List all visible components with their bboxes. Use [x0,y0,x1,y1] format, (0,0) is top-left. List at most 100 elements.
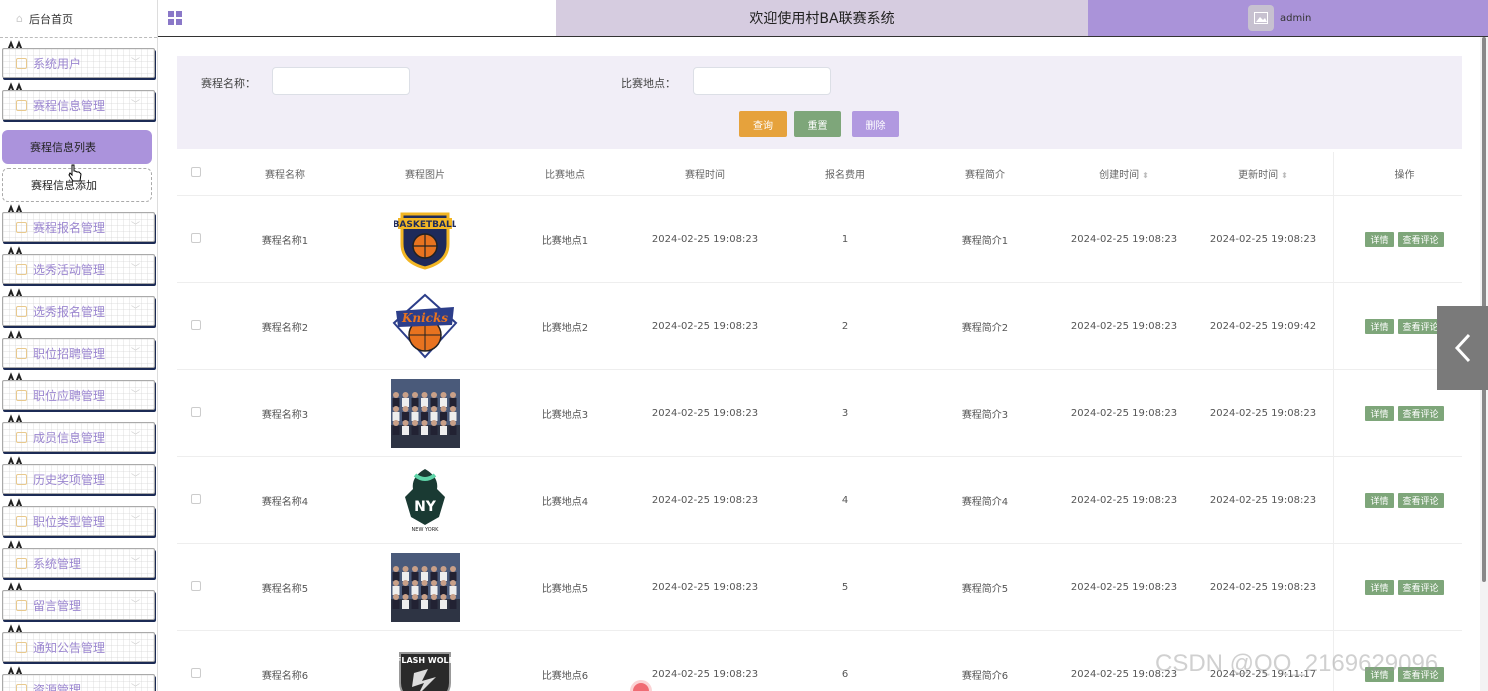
menu-icon [16,57,27,69]
collapse-side-tab[interactable] [1437,306,1488,390]
sidebar-item-tab[interactable]: 资源管理 ﹀ [2,674,155,691]
menu-icon [16,599,27,611]
header-intro: 赛程简介 [965,170,1005,181]
sidebar-item-tab[interactable]: 留言管理 ﹀ [2,590,155,620]
avatar[interactable] [1248,5,1274,31]
cell-actions: 详情 查看评论 [1333,544,1475,630]
sidebar-item-tab[interactable]: 选秀报名管理 ﹀ [2,296,155,326]
sidebar-item[interactable]: 系统用户 ﹀ [0,38,157,80]
search-panel: 赛程名称： 比赛地点： 查询 重置 删除 [177,56,1462,149]
header-fee: 报名费用 [825,170,865,181]
table-row: 赛程名称2 Knicks 比赛地点2 2024-02-25 19:08:23 2 赛程简介… [177,283,1462,370]
sidebar-item-tab[interactable]: 职位应聘管理 ﹀ [2,380,155,410]
chevron-down-icon: ﹀ [130,264,140,274]
hand-cursor-icon [68,164,82,182]
sidebar-item[interactable]: 历史奖项管理 ﹀ [0,454,157,496]
menu-icon [16,221,27,233]
page-title: 欢迎使用村BA联赛系统 [556,0,1088,36]
cell-intro: 赛程简介4 [961,496,1009,508]
row-checkbox[interactable] [177,667,215,681]
menu-icon [16,263,27,275]
cell-updated: 2024-02-25 19:08:23 [1209,407,1317,419]
sidebar-item-tab[interactable]: 赛程信息管理 ﹀ [2,90,155,120]
sidebar-item-label: 系统用户 [33,56,82,71]
chevron-down-icon: ﹀ [130,100,140,110]
menu-icon [16,347,27,359]
sidebar-item[interactable]: 选秀活动管理 ﹀ [0,244,157,286]
sidebar-item[interactable]: 成员信息管理 ﹀ [0,412,157,454]
select-all-checkbox[interactable] [177,167,215,180]
grid-menu-icon[interactable] [168,10,183,26]
table-row: 赛程名称1 BASKETBALL 比赛地点1 2024-02-25 19:08:23 1… [177,196,1462,283]
cell-image: NY NEW YORK [355,466,495,535]
sidebar-item-tab[interactable]: 通知公告管理 ﹀ [2,632,155,662]
sidebar-item-tab[interactable]: 系统管理 ﹀ [2,548,155,578]
sidebar-item-tab[interactable]: 赛程报名管理 ﹀ [2,212,155,242]
query-button[interactable]: 查询 [739,111,787,137]
detail-button[interactable]: 详情 [1365,492,1394,508]
svg-text:FLASH WOLF: FLASH WOLF [396,656,454,665]
detail-button[interactable]: 详情 [1365,318,1394,334]
cell-name: 赛程名称4 [261,496,309,508]
sidebar-item[interactable]: 职位类型管理 ﹀ [0,496,157,538]
sidebar-item-tab[interactable]: 系统用户 ﹀ [2,48,155,78]
detail-button[interactable]: 详情 [1365,579,1394,595]
view-comments-button[interactable]: 查看评论 [1397,405,1444,421]
username: admin [1280,12,1312,24]
sidebar-item[interactable]: 留言管理 ﹀ [0,580,157,622]
cell-time: 2024-02-25 19:08:23 [651,407,759,419]
sidebar-item-label: 资源管理 [33,682,82,691]
name-search-input[interactable] [272,67,410,95]
sidebar-item[interactable]: 赛程信息管理 ﹀ [0,80,157,122]
sidebar-item-tab[interactable]: 成员信息管理 ﹀ [2,422,155,452]
user-area[interactable]: admin [1088,0,1488,36]
sidebar-item-tab[interactable]: 历史奖项管理 ﹀ [2,464,155,494]
schedule-image: BASKETBALL [391,205,460,274]
header-updated[interactable]: 更新时间 ⬍ [1193,166,1333,181]
table-body: 赛程名称1 BASKETBALL 比赛地点1 2024-02-25 19:08:23 1… [177,196,1462,691]
sidebar-item-label: 赛程报名管理 [33,220,106,235]
sidebar-item[interactable]: 赛程报名管理 ﹀ [0,202,157,244]
sidebar-item-tab[interactable]: 职位招聘管理 ﹀ [2,338,155,368]
sidebar-item[interactable]: 选秀报名管理 ﹀ [0,286,157,328]
sidebar-item[interactable]: 资源管理 ﹀ [0,664,157,691]
menu-icon [16,99,27,111]
sort-icon[interactable]: ⬍ [1142,171,1149,180]
sort-icon[interactable]: ⬍ [1281,171,1288,180]
header-created-label: 创建时间 [1099,170,1140,181]
sidebar-item-label: 留言管理 [33,598,82,613]
sidebar-item[interactable]: 通知公告管理 ﹀ [0,622,157,664]
cell-created: 2024-02-25 19:08:23 [1070,233,1178,245]
location-search-input[interactable] [693,67,831,95]
view-comments-button[interactable]: 查看评论 [1397,231,1444,247]
header-created[interactable]: 创建时间 ⬍ [1055,166,1193,181]
cell-intro: 赛程简介5 [961,583,1009,595]
submenu-schedule-list[interactable]: 赛程信息列表 [2,130,152,164]
cell-fee: 6 [841,668,849,680]
sidebar-item-tab[interactable]: 选秀活动管理 ﹀ [2,254,155,284]
row-checkbox[interactable] [177,406,215,420]
sidebar-item-tab[interactable]: 职位类型管理 ﹀ [2,506,155,536]
sidebar-item[interactable]: 职位招聘管理 ﹀ [0,328,157,370]
cell-fee: 5 [841,581,849,593]
row-checkbox[interactable] [177,232,215,246]
reset-button[interactable]: 重置 [794,111,841,137]
sidebar-item[interactable]: 系统管理 ﹀ [0,538,157,580]
cell-actions: 详情 查看评论 [1333,457,1475,543]
view-comments-button[interactable]: 查看评论 [1397,492,1444,508]
view-comments-button[interactable]: 查看评论 [1397,579,1444,595]
cell-image: FLASH WOLF [355,640,495,691]
cell-name: 赛程名称5 [261,583,309,595]
chevron-down-icon: ﹀ [130,516,140,526]
sidebar-item[interactable]: 职位应聘管理 ﹀ [0,370,157,412]
header-image: 赛程图片 [405,170,445,181]
row-checkbox[interactable] [177,580,215,594]
row-checkbox[interactable] [177,493,215,507]
detail-button[interactable]: 详情 [1365,231,1394,247]
sidebar-item-home[interactable]: ⌂ 后台首页 [0,0,157,38]
detail-button[interactable]: 详情 [1365,405,1394,421]
delete-button[interactable]: 删除 [852,111,899,137]
top-bar: 欢迎使用村BA联赛系统 admin [158,0,1488,37]
row-checkbox[interactable] [177,319,215,333]
cell-time: 2024-02-25 19:08:23 [651,233,759,245]
